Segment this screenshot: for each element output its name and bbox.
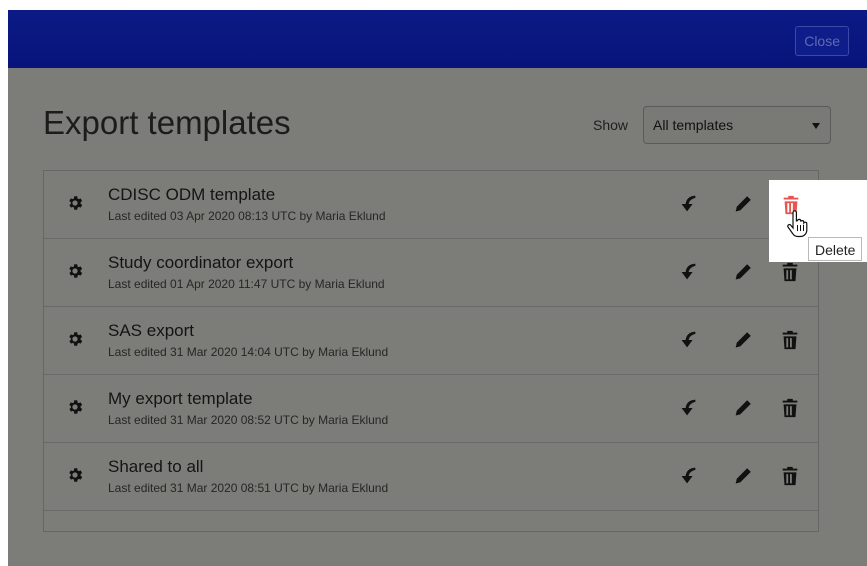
template-last-edited: Last edited 01 Apr 2020 11:47 UTC by Mar… [108, 277, 385, 291]
template-row: CDISC ODM template Last edited 03 Apr 20… [44, 171, 818, 239]
caret-down-icon [812, 123, 820, 129]
trash-icon[interactable] [779, 465, 801, 487]
template-row: Shared to all Last edited 31 Mar 2020 08… [44, 443, 818, 511]
pencil-icon[interactable] [732, 261, 754, 283]
template-list: CDISC ODM template Last edited 03 Apr 20… [43, 170, 819, 532]
template-name[interactable]: CDISC ODM template [108, 185, 275, 205]
show-filter-label: Show [593, 117, 629, 133]
template-last-edited: Last edited 31 Mar 2020 08:52 UTC by Mar… [108, 413, 389, 427]
template-row: My export template Last edited 31 Mar 20… [44, 375, 818, 443]
pencil-icon[interactable] [732, 397, 754, 419]
modal-header: Close [8, 10, 867, 68]
template-row: SAS export Last edited 31 Mar 2020 14:04… [44, 307, 818, 375]
template-filter-value: All templates [653, 117, 734, 133]
hand-cursor-icon [786, 210, 808, 238]
template-last-edited: Last edited 31 Mar 2020 08:51 UTC by Mar… [108, 481, 389, 495]
template-filter-select[interactable]: All templates [643, 106, 831, 144]
template-name[interactable]: SAS export [108, 321, 194, 341]
gear-icon[interactable] [66, 330, 84, 348]
template-name[interactable]: My export template [108, 389, 253, 409]
template-last-edited: Last edited 31 Mar 2020 14:04 UTC by Mar… [108, 345, 389, 359]
restore-arrow-icon[interactable] [677, 465, 699, 487]
template-name[interactable]: Study coordinator export [108, 253, 293, 273]
trash-icon[interactable] [779, 397, 801, 419]
template-name[interactable]: Shared to all [108, 457, 203, 477]
template-last-edited: Last edited 03 Apr 2020 08:13 UTC by Mar… [108, 209, 386, 223]
delete-tooltip: Delete [808, 237, 863, 261]
trash-icon[interactable] [779, 261, 801, 283]
gear-icon[interactable] [66, 262, 84, 280]
pencil-icon[interactable] [732, 329, 754, 351]
page-title: Export templates [43, 104, 291, 141]
pencil-icon[interactable] [732, 465, 754, 487]
restore-arrow-icon[interactable] [677, 193, 699, 215]
gear-icon[interactable] [66, 398, 84, 416]
gear-icon[interactable] [66, 466, 84, 484]
gear-icon[interactable] [66, 194, 84, 212]
trash-icon[interactable] [779, 329, 801, 351]
pencil-icon[interactable] [732, 193, 754, 215]
close-button[interactable]: Close [795, 26, 849, 56]
template-row: Study coordinator export Last edited 01 … [44, 239, 818, 307]
restore-arrow-icon[interactable] [677, 397, 699, 419]
restore-arrow-icon[interactable] [677, 261, 699, 283]
restore-arrow-icon[interactable] [677, 329, 699, 351]
